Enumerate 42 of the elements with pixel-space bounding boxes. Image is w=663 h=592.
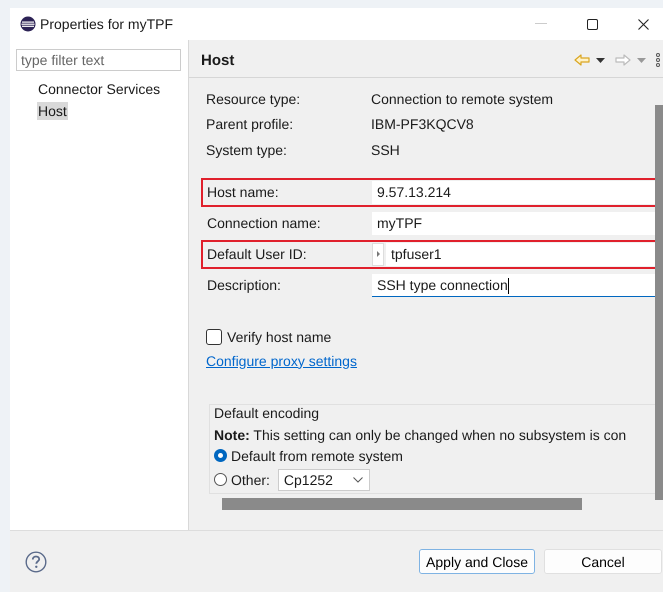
dropdown-caret-icon[interactable] [596,58,605,62]
field-label: Connection name: [207,215,322,231]
radio-button[interactable] [214,473,227,486]
checkbox-label: Verify host name [227,328,332,344]
encoding-dropdown[interactable]: Cp1252 [278,468,370,490]
proxy-settings-link[interactable]: Configure proxy settings [206,352,357,368]
chevron-down-icon [352,476,363,482]
page-title: Host [201,52,234,68]
checkbox[interactable] [206,328,222,344]
radio-label: Default from remote system [231,448,403,464]
field-value: SSH [371,142,400,158]
text-field[interactable]: tpfuser1 [386,242,655,266]
filter-field[interactable]: type filter text [16,49,181,71]
field-value: Connection to remote system [371,90,554,107]
help-icon[interactable] [25,550,47,572]
dialog-button[interactable]: Apply and Close [419,549,535,574]
app-logo-icon [20,16,36,32]
field-label: Description: [207,277,282,293]
text-field[interactable]: myTPF [372,212,655,234]
scrollbar-thumb[interactable] [655,105,663,500]
close-icon[interactable] [638,18,649,30]
radio-button[interactable] [214,449,227,462]
field-label: Host name: [207,184,280,200]
expand-arrow-icon [376,251,380,257]
maximize-icon[interactable] [587,18,598,30]
field-value: IBM-PF3KQCV8 [371,116,474,132]
group-title: Default encoding [213,404,320,420]
field-label: System type: [206,142,288,158]
inherit-toggle-button[interactable] [372,242,384,266]
more-icon[interactable] [656,53,660,67]
dialog-button[interactable]: Cancel [544,549,662,574]
field-label: Parent profile: [206,116,294,132]
field-label: Default User ID: [207,246,308,262]
scrollbar-thumb[interactable] [222,498,582,510]
text-field[interactable]: 9.57.13.214 [372,180,655,204]
field-label: Resource type: [206,90,302,107]
window-title: Properties for myTPF [40,16,174,32]
radio-label: Other: [231,472,270,488]
tree-item[interactable]: Connector Services [37,80,162,98]
note-text: Note: This setting can only be changed when no subsystem is con [214,426,628,442]
tree-item[interactable]: Host [37,102,68,120]
text-field[interactable]: SSH type connection [372,274,655,296]
